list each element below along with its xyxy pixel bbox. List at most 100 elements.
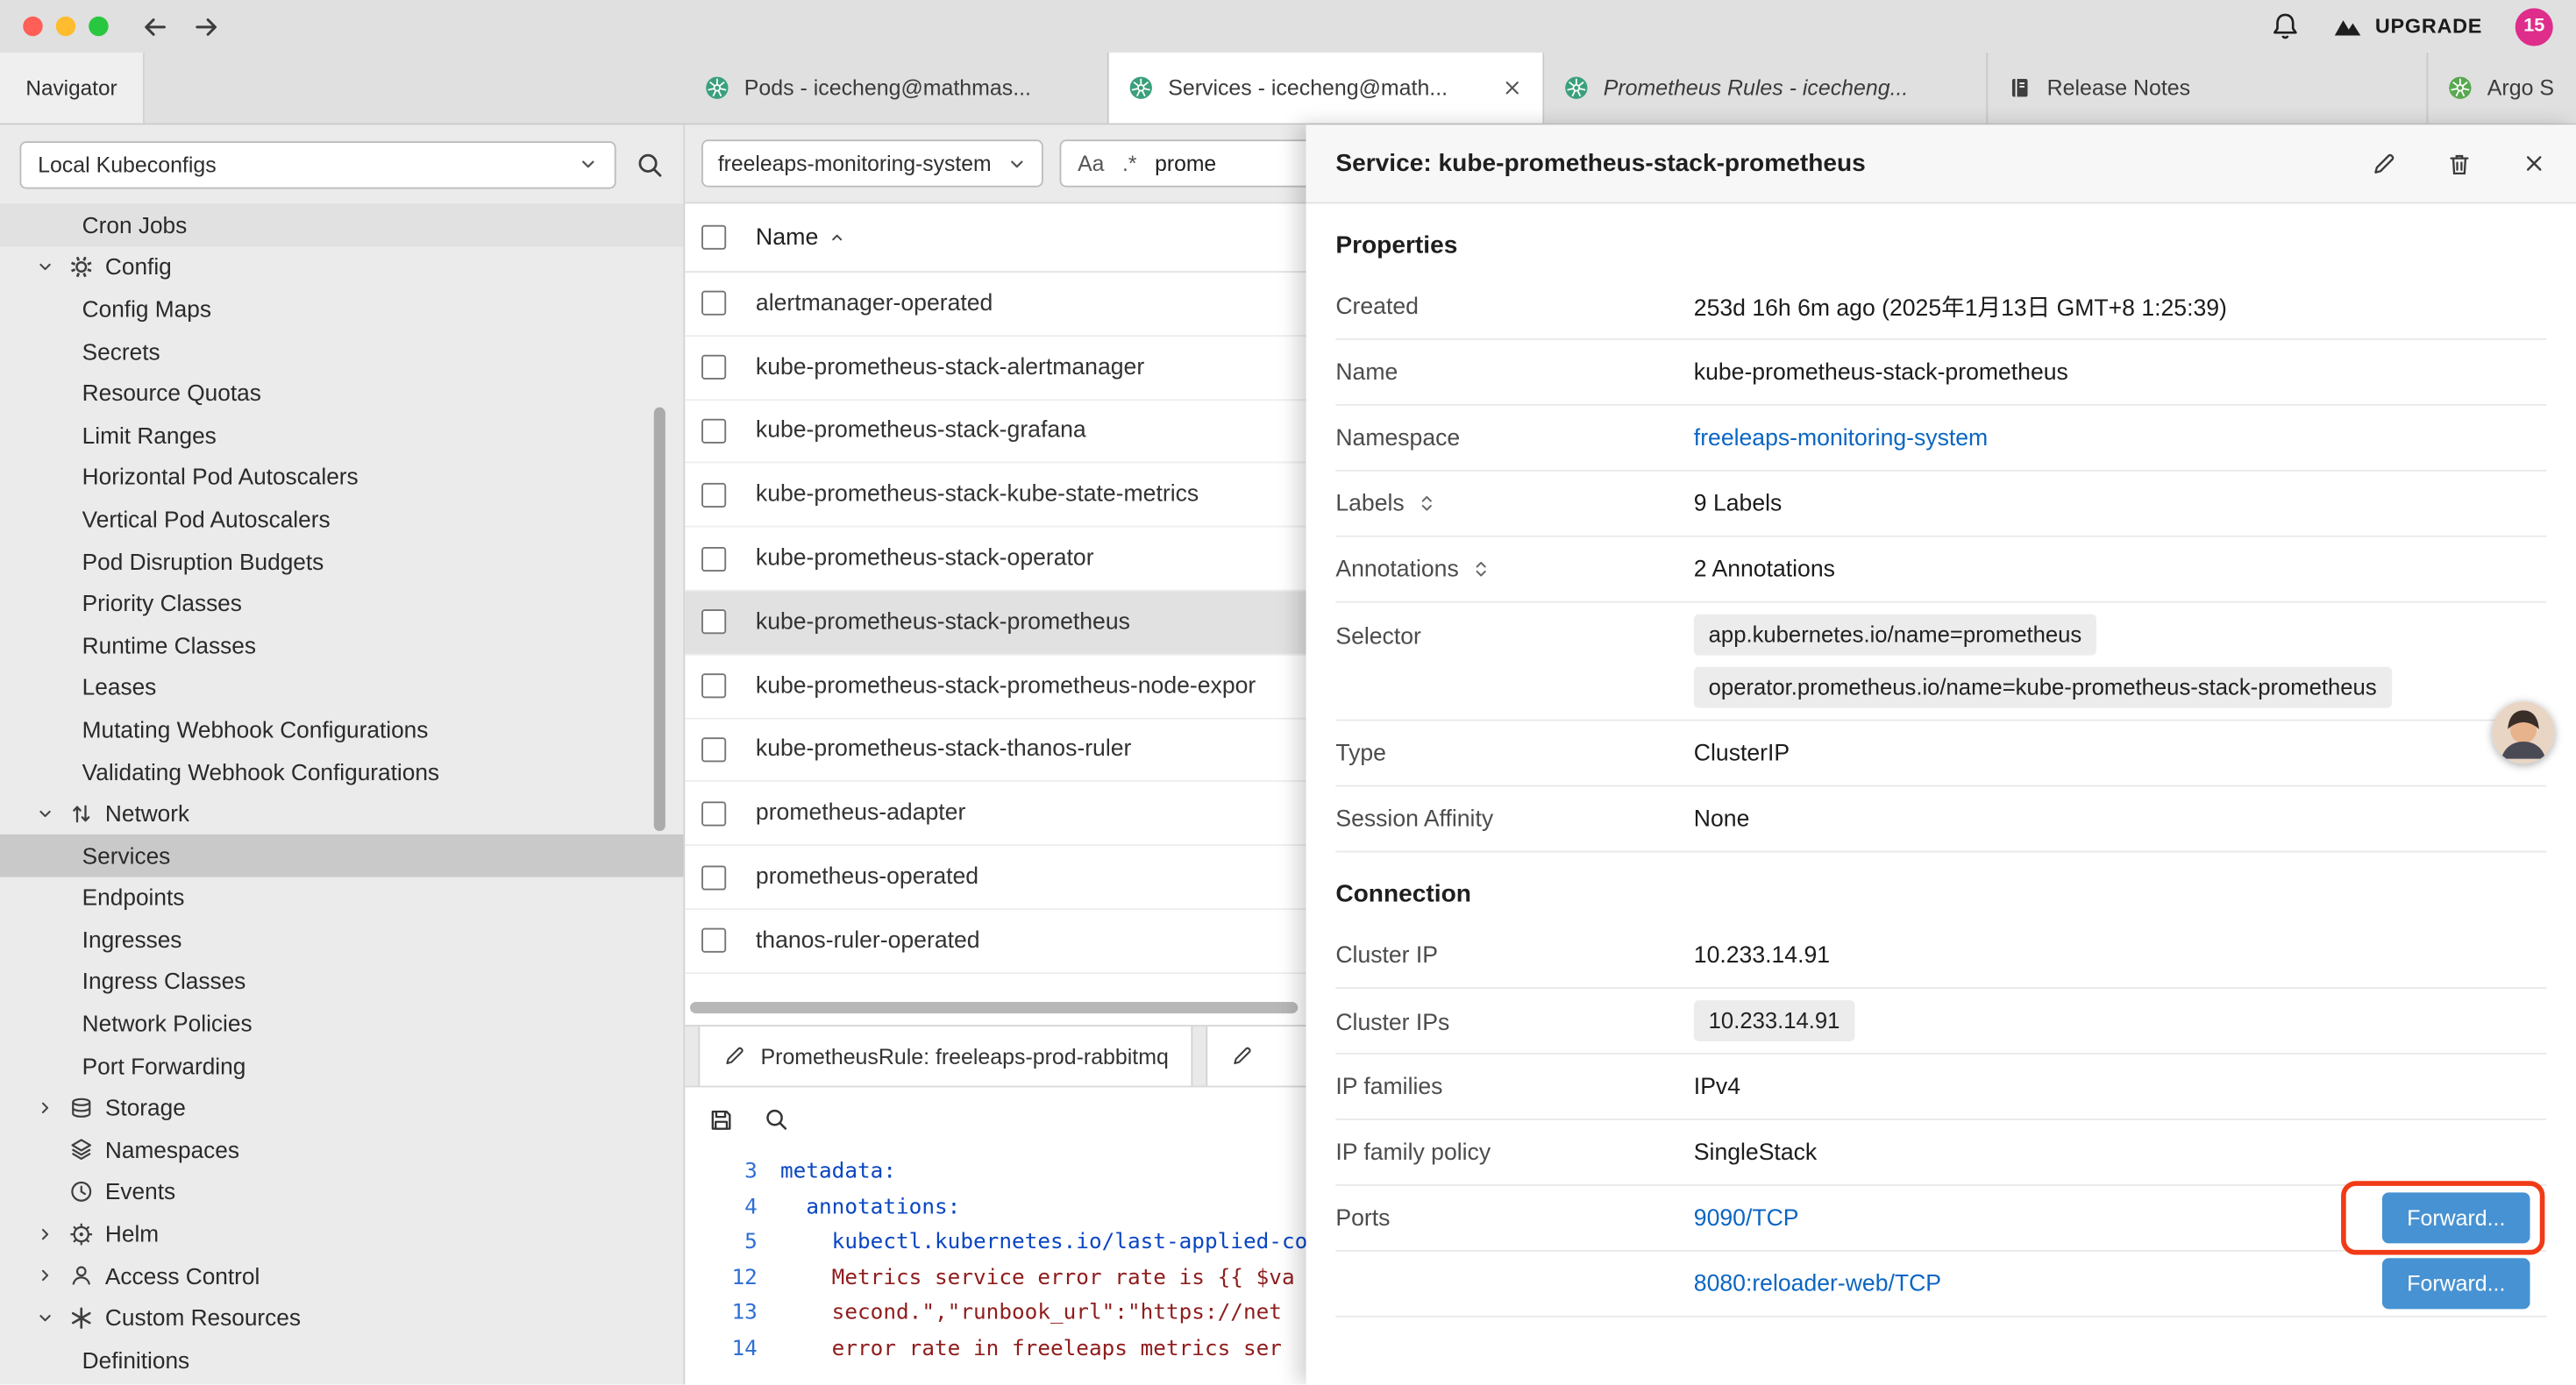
sidebar-item-access-control[interactable]: Access Control	[0, 1254, 683, 1296]
forward-button[interactable]: Forward...	[2382, 1258, 2530, 1309]
tab-pods-icecheng-mathmas[interactable]: Pods - icecheng@mathmas...	[685, 53, 1108, 124]
sidebar-item-ingress-classes[interactable]: Ingress Classes	[0, 961, 683, 1003]
port-link[interactable]: 9090/TCP	[1694, 1204, 1799, 1231]
chevron-down-icon[interactable]	[36, 258, 54, 276]
row-checkbox[interactable]	[701, 482, 726, 507]
sidebar-scrollbar[interactable]	[654, 408, 665, 831]
table-row-kube-prometheus-stack-kube-state-metrics[interactable]: kube-prometheus-stack-kube-state-metrics	[685, 464, 1306, 528]
table-row-kube-prometheus-stack-thanos-ruler[interactable]: kube-prometheus-stack-thanos-ruler	[685, 719, 1306, 783]
tab-release-notes[interactable]: Release Notes	[1988, 53, 2428, 124]
select-all-checkbox[interactable]	[701, 225, 726, 250]
tab-close-icon[interactable]	[1502, 77, 1523, 98]
table-row-kube-prometheus-stack-operator[interactable]: kube-prometheus-stack-operator	[685, 528, 1306, 592]
sidebar-item-custom-resources[interactable]: Custom Resources	[0, 1296, 683, 1339]
namespace-select[interactable]: freeleaps-monitoring-system	[701, 139, 1043, 187]
notifications-bell-icon[interactable]	[2270, 11, 2300, 41]
tab-argo-s[interactable]: Argo S	[2428, 53, 2576, 124]
table-row-thanos-ruler-operated[interactable]: thanos-ruler-operated	[685, 910, 1306, 974]
kubeconfig-select[interactable]: Local Kubeconfigs	[19, 140, 616, 188]
table-row-alertmanager-operated[interactable]: alertmanager-operated	[685, 273, 1306, 337]
sidebar-item-resource-quotas[interactable]: Resource Quotas	[0, 372, 683, 414]
sidebar-item-services[interactable]: Services	[0, 835, 683, 877]
chevron-right-icon[interactable]	[36, 1225, 54, 1243]
table-row-kube-prometheus-stack-alertmanager[interactable]: kube-prometheus-stack-alertmanager	[685, 337, 1306, 401]
row-checkbox[interactable]	[701, 355, 726, 380]
upgrade-button[interactable]: UPGRADE	[2332, 11, 2482, 41]
sidebar-item-priority-classes[interactable]: Priority Classes	[0, 582, 683, 624]
editor-line[interactable]: 13 second.","runbook_url":"https://net	[685, 1296, 1306, 1331]
sort-toggle-icon[interactable]	[1416, 493, 1437, 514]
sidebar-item-horizontal-pod-autoscalers[interactable]: Horizontal Pod Autoscalers	[0, 456, 683, 498]
sidebar-item-storage[interactable]: Storage	[0, 1086, 683, 1128]
row-checkbox[interactable]	[701, 291, 726, 316]
sidebar-item-validating-webhook-configurations[interactable]: Validating Webhook Configurations	[0, 750, 683, 792]
sidebar-item-runtime-classes[interactable]: Runtime Classes	[0, 624, 683, 666]
table-row-kube-prometheus-stack-grafana[interactable]: kube-prometheus-stack-grafana	[685, 400, 1306, 464]
editor-line[interactable]: 12 Metrics service error rate is {{ $va	[685, 1261, 1306, 1296]
chevron-down-icon[interactable]	[36, 804, 54, 822]
sidebar-item-namespaces[interactable]: Namespaces	[0, 1128, 683, 1170]
close-icon[interactable]	[2522, 151, 2546, 175]
yaml-editor[interactable]: 3metadata:4 annotations:5 kubectl.kubern…	[685, 1151, 1306, 1366]
notification-count-badge[interactable]: 15	[2516, 7, 2553, 45]
chevron-right-icon[interactable]	[36, 1267, 54, 1285]
value-text[interactable]: freeleaps-monitoring-system	[1694, 424, 1988, 451]
sidebar-item-config[interactable]: Config	[0, 245, 683, 288]
editor-line[interactable]: 3metadata:	[685, 1154, 1306, 1190]
row-checkbox[interactable]	[701, 737, 726, 762]
sidebar-item-endpoints[interactable]: Endpoints	[0, 877, 683, 919]
row-checkbox[interactable]	[701, 610, 726, 635]
sidebar-item-events[interactable]: Events	[0, 1170, 683, 1212]
table-row-prometheus-operated[interactable]: prometheus-operated	[685, 846, 1306, 910]
row-checkbox[interactable]	[701, 674, 726, 699]
table-row-prometheus-adapter[interactable]: prometheus-adapter	[685, 783, 1306, 847]
back-button[interactable]	[141, 12, 169, 40]
forward-button[interactable]	[192, 12, 220, 40]
sidebar-item-cron-jobs[interactable]: Cron Jobs	[0, 203, 683, 245]
port-link[interactable]: 8080:reloader-web/TCP	[1694, 1270, 1941, 1296]
navigator-tab[interactable]: Navigator	[0, 53, 145, 124]
sidebar-item-pod-disruption-budgets[interactable]: Pod Disruption Budgets	[0, 540, 683, 582]
dock-tab-next[interactable]	[1206, 1026, 1306, 1085]
table-row-kube-prometheus-stack-prometheus-node-ex[interactable]: kube-prometheus-stack-prometheus-node-ex…	[685, 655, 1306, 719]
sidebar-item-network-policies[interactable]: Network Policies	[0, 1002, 683, 1044]
editor-line[interactable]: 4 annotations:	[685, 1190, 1306, 1225]
sort-toggle-icon[interactable]	[1470, 558, 1491, 579]
row-checkbox[interactable]	[701, 801, 726, 826]
search-input[interactable]: Aa .* prome	[1060, 139, 1306, 187]
name-column-header[interactable]: Name	[756, 224, 846, 251]
search-icon[interactable]	[764, 1107, 788, 1132]
sidebar-item-config-maps[interactable]: Config Maps	[0, 288, 683, 330]
chevron-down-icon[interactable]	[36, 1309, 54, 1327]
maximize-window-button[interactable]	[89, 17, 108, 36]
dock-tab-prometheusrule-freeleaps-prod-rabbitmq[interactable]: PrometheusRule: freeleaps-prod-rabbitmq	[698, 1026, 1193, 1085]
close-window-button[interactable]	[23, 17, 42, 36]
trash-icon[interactable]	[2446, 150, 2473, 176]
edit-icon[interactable]	[2371, 150, 2397, 176]
row-checkbox[interactable]	[701, 419, 726, 444]
tab-prometheus-rules-icecheng[interactable]: Prometheus Rules - icecheng...	[1544, 53, 1988, 124]
sidebar-item-leases[interactable]: Leases	[0, 666, 683, 708]
sidebar-item-ingresses[interactable]: Ingresses	[0, 919, 683, 961]
sidebar-item-secrets[interactable]: Secrets	[0, 330, 683, 372]
chevron-right-icon[interactable]	[36, 1098, 54, 1117]
horizontal-scrollbar[interactable]	[690, 1002, 1298, 1013]
row-checkbox[interactable]	[701, 546, 726, 571]
minimize-window-button[interactable]	[56, 17, 75, 36]
tab-services-icecheng-math[interactable]: Services - icecheng@math...	[1109, 53, 1545, 124]
search-icon[interactable]	[636, 150, 664, 178]
sidebar-item-mutating-webhook-configurations[interactable]: Mutating Webhook Configurations	[0, 708, 683, 750]
row-checkbox[interactable]	[701, 928, 726, 953]
editor-line[interactable]: 14 error rate in freeleaps metrics ser	[685, 1332, 1306, 1367]
sidebar-item-network[interactable]: Network	[0, 792, 683, 835]
floating-avatar[interactable]	[2492, 701, 2554, 764]
sidebar-item-vertical-pod-autoscalers[interactable]: Vertical Pod Autoscalers	[0, 498, 683, 540]
forward-button[interactable]: Forward...	[2382, 1192, 2530, 1243]
editor-line[interactable]: 5 kubectl.kubernetes.io/last-applied-co	[685, 1225, 1306, 1261]
sidebar-item-definitions[interactable]: Definitions	[0, 1339, 683, 1381]
sidebar-item-limit-ranges[interactable]: Limit Ranges	[0, 414, 683, 456]
save-icon[interactable]	[708, 1106, 735, 1133]
table-row-kube-prometheus-stack-prometheus[interactable]: kube-prometheus-stack-prometheus	[685, 592, 1306, 656]
row-checkbox[interactable]	[701, 865, 726, 890]
sidebar-item-helm[interactable]: Helm	[0, 1212, 683, 1254]
